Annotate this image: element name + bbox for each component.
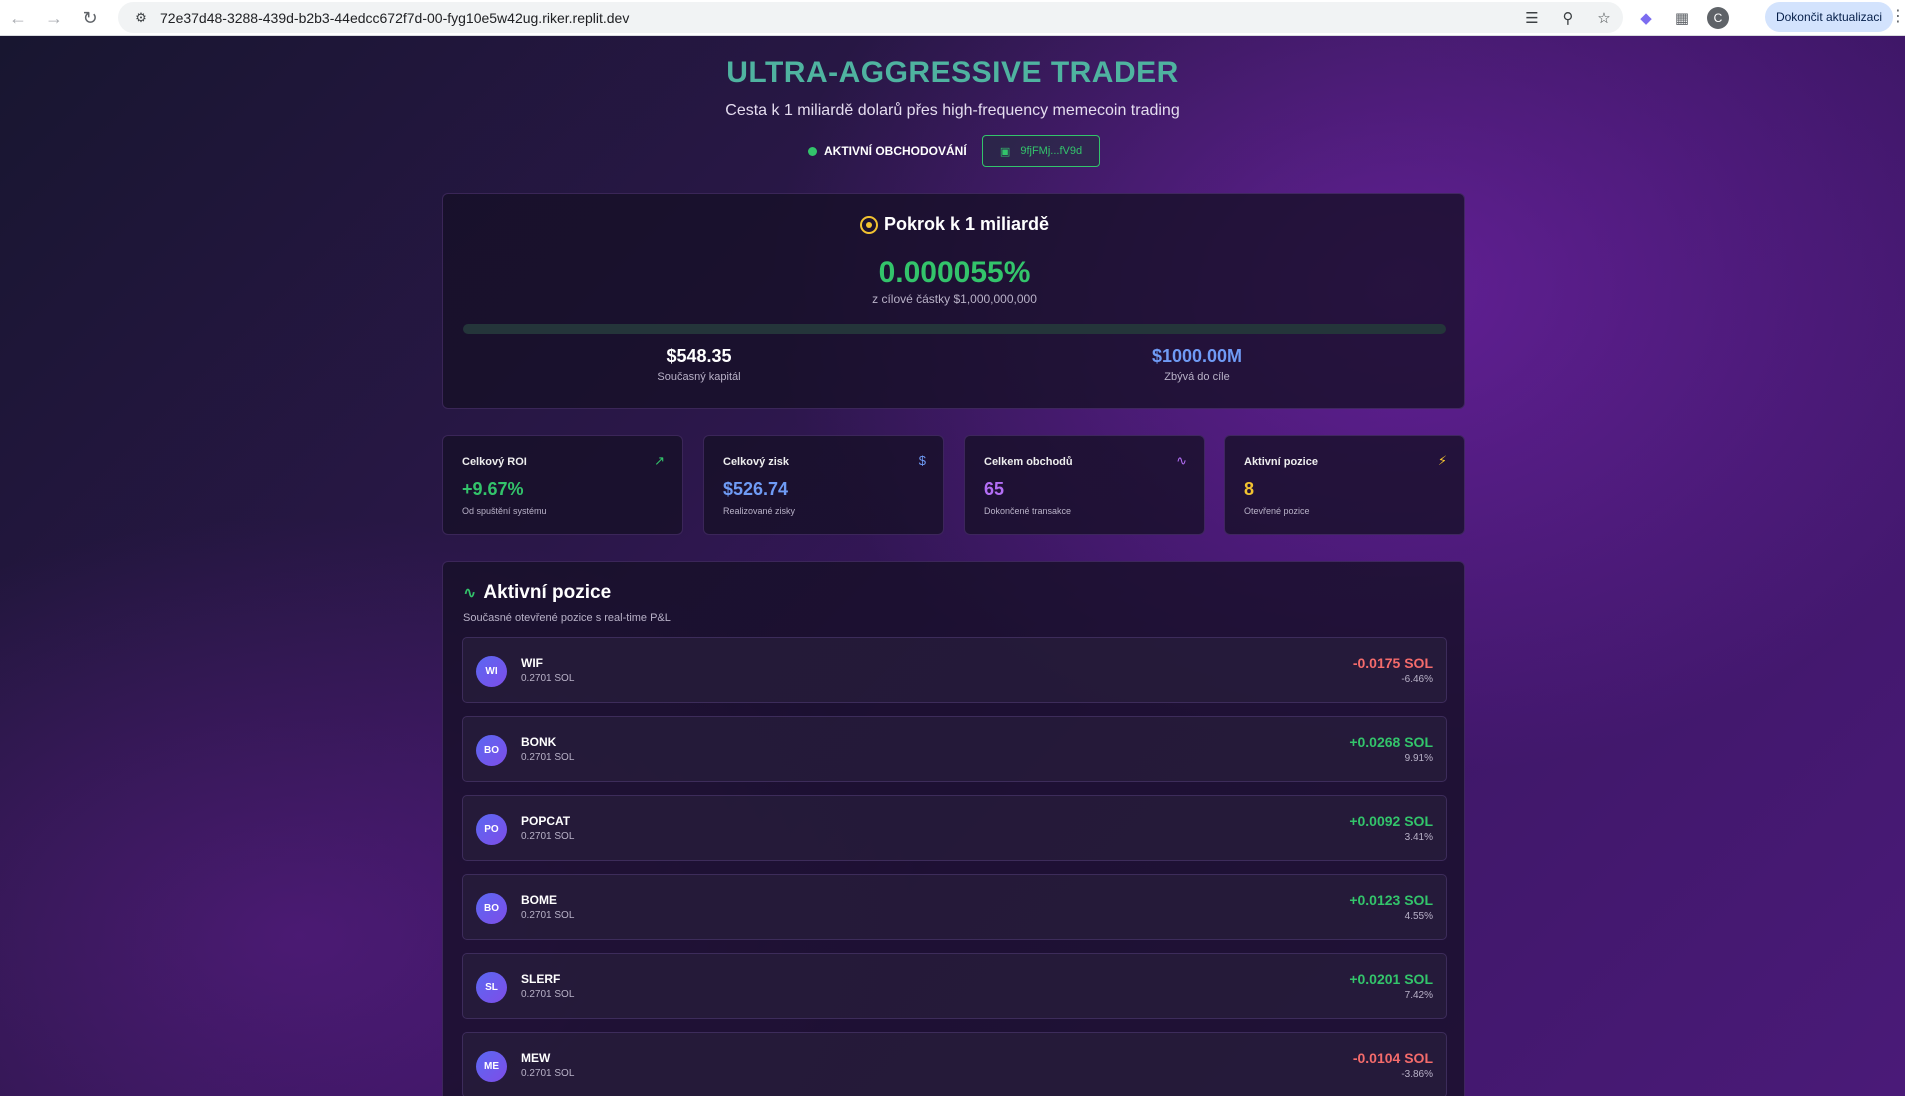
status-text: AKTIVNÍ OBCHODOVÁNÍ xyxy=(824,144,967,158)
forward-icon[interactable]: → xyxy=(36,0,72,36)
token-avatar: WI xyxy=(476,656,507,687)
current-capital-label: Současný kapitál xyxy=(657,371,741,383)
position-amount: 0.2701 SOL xyxy=(521,673,575,684)
token-avatar: SL xyxy=(476,972,507,1003)
current-capital-value: $548.35 xyxy=(666,346,732,366)
position-amount: 0.2701 SOL xyxy=(521,752,575,763)
token-symbol: SLERF xyxy=(521,972,561,986)
progress-card: Pokrok k 1 miliardě 0.000055% z cílové č… xyxy=(442,193,1465,409)
trending-up-icon: ↗ xyxy=(654,453,665,468)
token-avatar: PO xyxy=(476,814,507,845)
position-row[interactable]: BO BOME 0.2701 SOL +0.0123 SOL 4.55% xyxy=(462,874,1447,940)
trading-status: AKTIVNÍ OBCHODOVÁNÍ xyxy=(808,135,967,167)
token-symbol: WIF xyxy=(521,656,543,670)
browser-toolbar: ← → ↻ ⚙ 72e37d48-3288-439d-b2b3-44edcc67… xyxy=(0,0,1905,36)
target-icon xyxy=(859,215,878,234)
position-pnl: -0.0175 SOL xyxy=(1352,655,1433,671)
current-capital: $548.35 Současný kapitál xyxy=(549,346,849,383)
stat-card-roi: Celkový ROI ↗ +9.67% Od spuštění systému xyxy=(442,435,683,535)
position-pnl-percent: 4.55% xyxy=(1404,911,1433,922)
position-pnl-percent: 7.42% xyxy=(1404,990,1433,1001)
stat-subtitle: Realizované zisky xyxy=(723,506,796,516)
position-row[interactable]: BO BONK 0.2701 SOL +0.0268 SOL 9.91% xyxy=(462,716,1447,782)
wallet-button[interactable]: ▣ 9fjFMj...fV9d xyxy=(982,135,1100,167)
token-avatar: BO xyxy=(476,893,507,924)
position-pnl: +0.0201 SOL xyxy=(1349,971,1433,987)
bookmark-star-icon[interactable]: ☆ xyxy=(1593,9,1615,27)
translate-icon[interactable]: ☰ xyxy=(1521,9,1543,27)
zap-icon: ⚡ xyxy=(1437,453,1447,468)
positions-title: Aktivní pozice xyxy=(483,582,612,603)
position-pnl-percent: -6.46% xyxy=(1401,674,1433,685)
reload-icon[interactable]: ↻ xyxy=(72,0,108,36)
position-row[interactable]: SL SLERF 0.2701 SOL +0.0201 SOL 7.42% xyxy=(462,953,1447,1019)
token-symbol: MEW xyxy=(521,1051,551,1065)
position-pnl-percent: 9.91% xyxy=(1404,753,1433,764)
stat-title: Celkový ROI xyxy=(462,456,527,468)
zoom-icon[interactable]: ⚲ xyxy=(1557,9,1579,27)
activity-icon: ∿ xyxy=(1176,453,1187,468)
stat-title: Aktivní pozice xyxy=(1244,456,1318,468)
stat-subtitle: Otevřené pozice xyxy=(1244,506,1310,516)
gemini-icon[interactable]: ◆ xyxy=(1635,7,1657,29)
position-row[interactable]: WI WIF 0.2701 SOL -0.0175 SOL -6.46% xyxy=(462,637,1447,703)
position-row[interactable]: ME MEW 0.2701 SOL -0.0104 SOL -3.86% xyxy=(462,1032,1447,1096)
progress-percent: 0.000055% xyxy=(878,256,1031,289)
positions-list: WI WIF 0.2701 SOL -0.0175 SOL -6.46% BO … xyxy=(462,637,1447,1096)
wallet-icon: ▣ xyxy=(999,145,1011,158)
page-title: ULTRA-AGGRESSIVE TRADER xyxy=(726,56,1179,89)
status-dot-icon xyxy=(808,146,817,156)
position-amount: 0.2701 SOL xyxy=(521,989,575,1000)
progress-title: Pokrok k 1 miliardě xyxy=(883,214,1050,234)
positions-subtitle: Současné otevřené pozice s real-time P&L xyxy=(463,612,671,624)
progress-bar xyxy=(463,324,1446,334)
position-pnl: +0.0123 SOL xyxy=(1349,892,1433,908)
back-icon[interactable]: ← xyxy=(0,0,36,36)
remaining-label: Zbývá do cíle xyxy=(1164,371,1230,383)
address-bar[interactable]: ⚙ 72e37d48-3288-439d-b2b3-44edcc672f7d-0… xyxy=(118,2,1623,33)
position-amount: 0.2701 SOL xyxy=(521,831,575,842)
position-pnl-percent: -3.86% xyxy=(1401,1069,1433,1080)
position-amount: 0.2701 SOL xyxy=(521,910,575,921)
wallet-address: 9fjFMj...fV9d xyxy=(1020,145,1083,157)
position-pnl-percent: 3.41% xyxy=(1404,832,1433,843)
dollar-icon: $ xyxy=(918,453,926,468)
stat-card-profit: Celkový zisk $ $526.74 Realizované zisky xyxy=(703,435,944,535)
position-pnl: +0.0268 SOL xyxy=(1349,734,1433,750)
stat-value: +9.67% xyxy=(462,479,524,499)
stat-value: 65 xyxy=(984,479,1005,499)
token-avatar: BO xyxy=(476,735,507,766)
token-symbol: BONK xyxy=(521,735,557,749)
page-subtitle: Cesta k 1 miliardě dolarů přes high-freq… xyxy=(725,102,1180,119)
token-avatar: ME xyxy=(476,1051,507,1082)
token-symbol: BOME xyxy=(521,893,557,907)
url-text[interactable]: 72e37d48-3288-439d-b2b3-44edcc672f7d-00-… xyxy=(160,10,629,26)
stat-title: Celkový zisk xyxy=(723,456,790,468)
stat-subtitle: Od spuštění systému xyxy=(462,506,547,516)
stat-subtitle: Dokončené transakce xyxy=(984,506,1072,516)
token-symbol: POPCAT xyxy=(521,814,571,828)
progress-subtitle: z cílové částky $1,000,000,000 xyxy=(872,292,1037,306)
extensions-icon[interactable]: ▦ xyxy=(1671,7,1693,29)
stat-value: $526.74 xyxy=(723,479,789,499)
stat-card-active-positions: Aktivní pozice ⚡ 8 Otevřené pozice xyxy=(1224,435,1465,535)
stat-card-trades: Celkem obchodů ∿ 65 Dokončené transakce xyxy=(964,435,1205,535)
remaining-value: $1000.00M xyxy=(1151,346,1243,366)
position-amount: 0.2701 SOL xyxy=(521,1068,575,1079)
stat-value: 8 xyxy=(1244,479,1255,499)
stat-title: Celkem obchodů xyxy=(984,456,1073,468)
profile-avatar[interactable]: C xyxy=(1707,7,1729,29)
position-pnl: -0.0104 SOL xyxy=(1352,1050,1433,1066)
site-settings-icon[interactable]: ⚙ xyxy=(130,7,152,29)
update-button[interactable]: Dokončit aktualizaci xyxy=(1765,2,1893,32)
position-pnl: +0.0092 SOL xyxy=(1349,813,1433,829)
position-row[interactable]: PO POPCAT 0.2701 SOL +0.0092 SOL 3.41% xyxy=(462,795,1447,861)
positions-panel: ∿ Aktivní pozice Současné otevřené pozic… xyxy=(442,561,1465,1096)
activity-icon: ∿ xyxy=(463,585,477,602)
menu-kebab-icon[interactable]: ⋮ xyxy=(1890,6,1905,26)
page-content: ULTRA-AGGRESSIVE TRADER Cesta k 1 miliar… xyxy=(0,36,1905,1096)
remaining-to-goal: $1000.00M Zbývá do cíle xyxy=(1047,346,1347,383)
